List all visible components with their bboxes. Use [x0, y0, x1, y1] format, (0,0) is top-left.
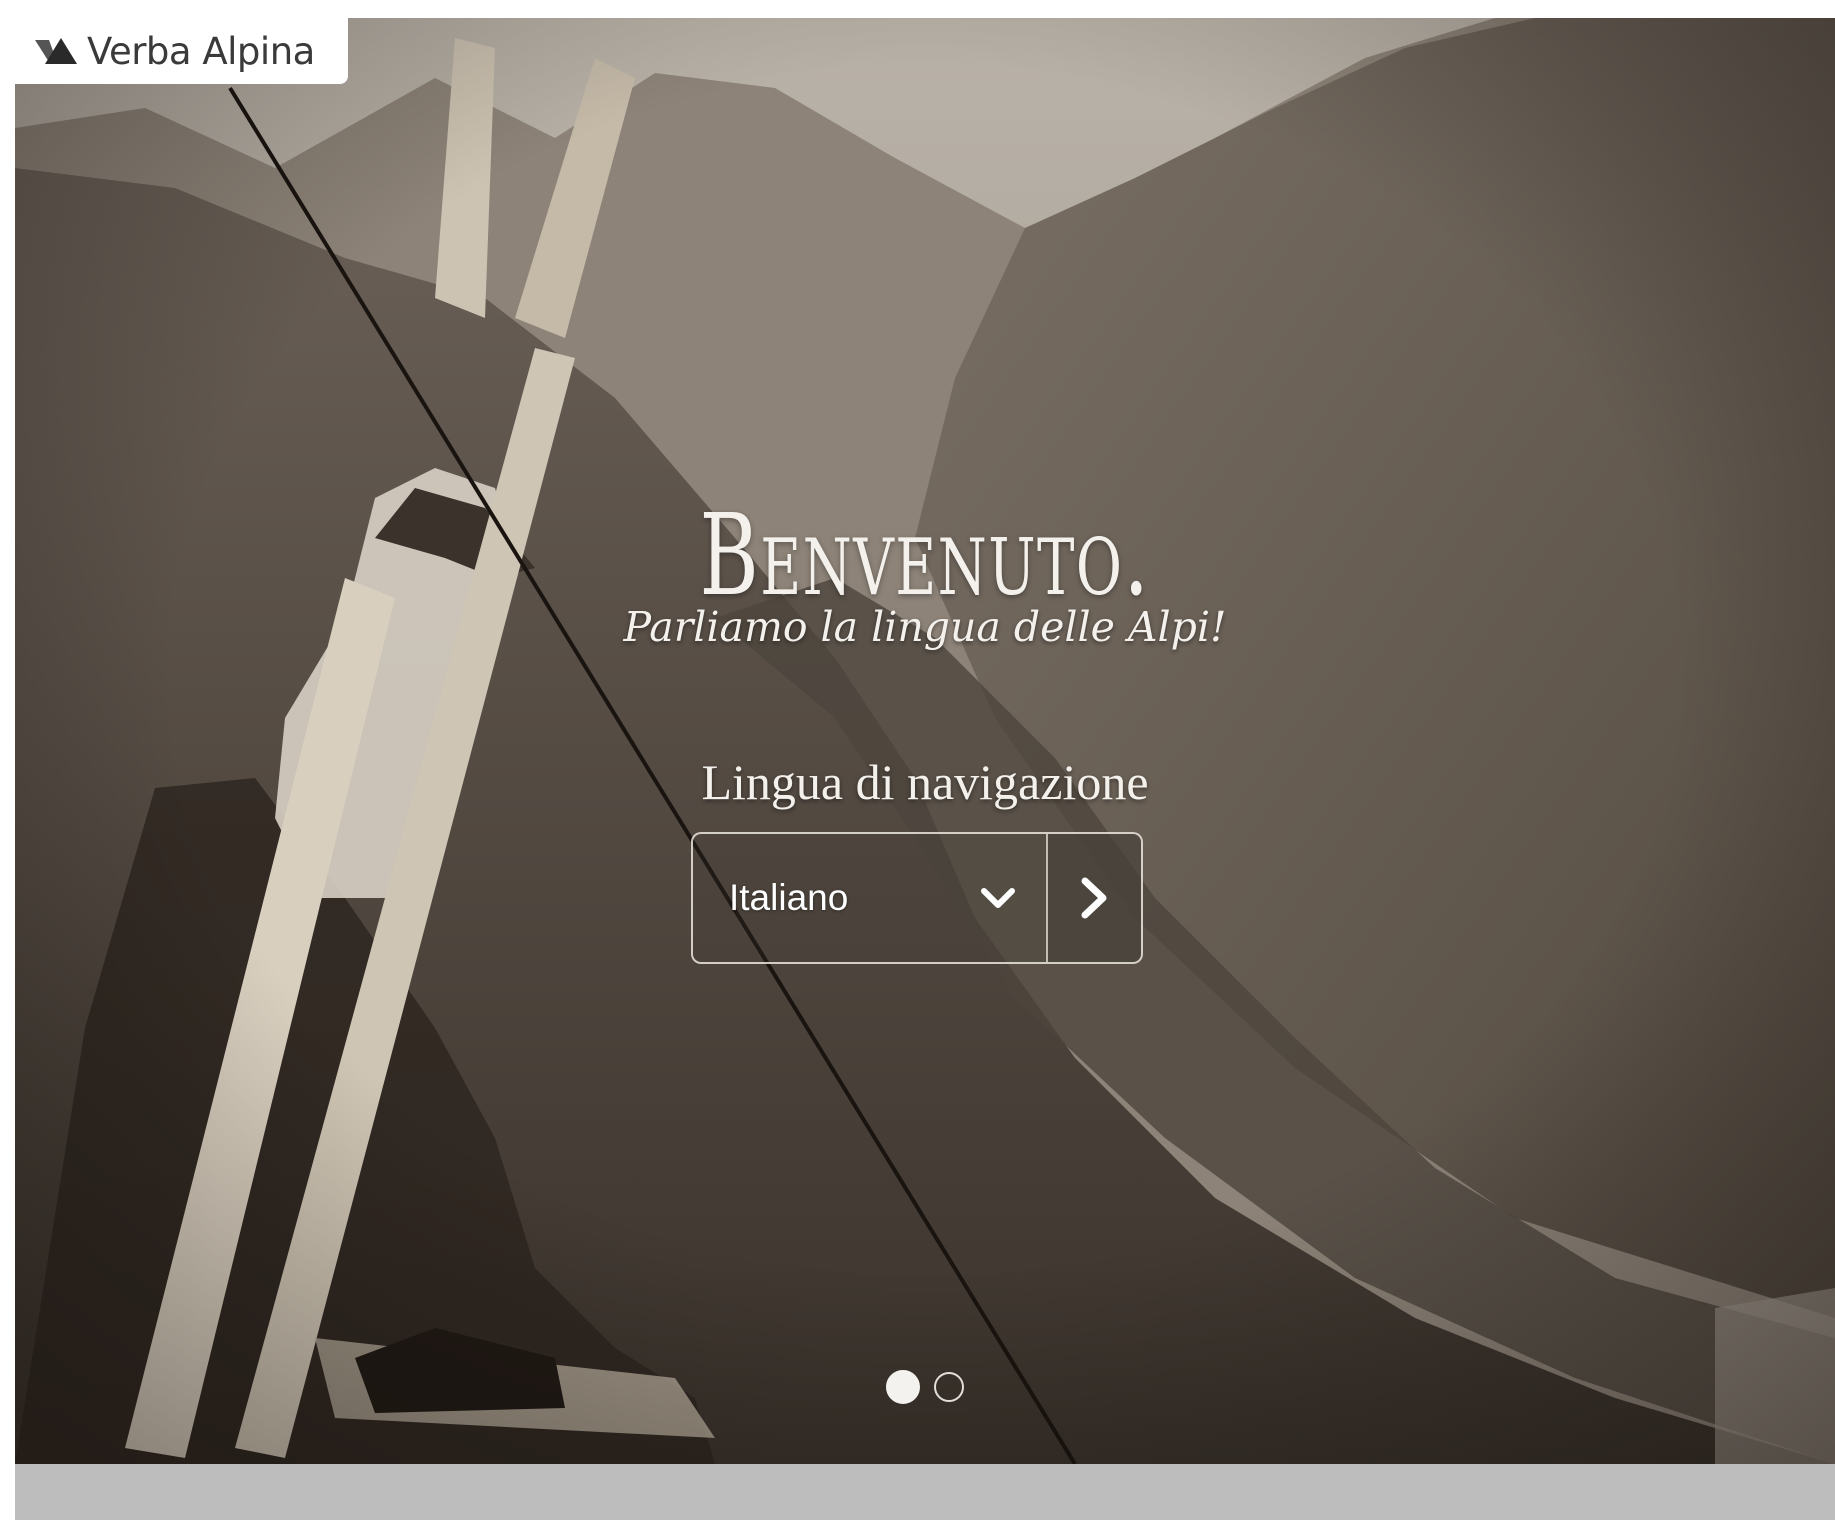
language-submit-button[interactable]	[1045, 834, 1141, 962]
language-form: Italiano	[691, 832, 1143, 964]
site-logo-text: Verba Alpina	[87, 29, 315, 73]
carousel-indicators	[15, 1370, 1835, 1404]
site-logo[interactable]: Verba Alpina	[15, 18, 348, 84]
tagline: Parliamo la lingua delle Alpi!	[623, 603, 1227, 651]
chevron-right-icon	[1081, 877, 1107, 919]
welcome-heading: Benvenuto.	[699, 491, 1151, 622]
language-select-value: Italiano	[729, 877, 849, 918]
language-label: Lingua di navigazione	[701, 754, 1149, 810]
mountain-logo-icon	[35, 38, 77, 64]
hero-background-photo	[15, 18, 1835, 1464]
chevron-down-icon	[980, 888, 1015, 908]
carousel-dot-2[interactable]	[934, 1372, 964, 1402]
hero-carousel-slide: Verba Alpina Benvenuto. Parliamo la ling…	[15, 18, 1835, 1464]
language-select[interactable]: Italiano	[693, 834, 1046, 962]
carousel-dot-1[interactable]	[886, 1370, 920, 1404]
page-frame: Verba Alpina Benvenuto. Parliamo la ling…	[15, 18, 1835, 1520]
